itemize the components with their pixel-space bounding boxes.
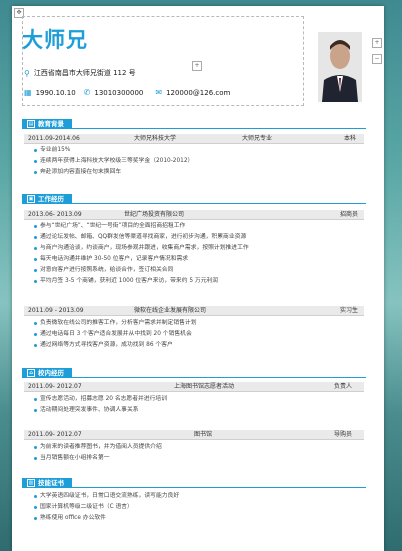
list-item: 国家计算机等级二级证书（C 语言） [34, 504, 133, 510]
collapse-button[interactable]: − [372, 54, 382, 64]
list-item: 每天电话沟通并维护 30-50 位客户，记录客户情况和需求 [33, 256, 189, 262]
education-row: 2011.09-2014.06 大师兄科技大学 大师兄专业 本科 [24, 134, 364, 144]
edu-major: 大师兄专业 [242, 135, 273, 142]
edu-icon: ▤ [27, 120, 35, 128]
briefcase-icon: ▣ [27, 195, 35, 203]
work-title: ▣ 工作经历 [22, 194, 72, 204]
work-section-header: ▣ 工作经历 [22, 194, 366, 204]
list-item: 平均月签 3-5 个商铺，获利近 1000 位客户来访，带来约 5 万元利润 [33, 278, 219, 284]
section-rule [22, 478, 366, 488]
education-section-header: ▤ 教育背景 [22, 119, 366, 129]
calendar-icon: ▦ [24, 88, 32, 97]
mail-icon: ✉ [155, 88, 163, 97]
skills-title: ▥ 技能证书 [22, 478, 72, 488]
edu-school: 大师兄科技大学 [134, 135, 177, 142]
list-item: 负责微软在线公司的推客工作，分析客户需求并制定销售计划 [34, 320, 197, 326]
list-item: 参与“世纪广场”、“世纪一号街”项目的全面招商招租工作 [33, 223, 186, 229]
work-company: 世纪广场投资有限公司 [124, 211, 185, 218]
list-item: 当月销售额在小组排名第一 [34, 455, 110, 461]
campus-role: 负责人 [334, 383, 353, 390]
section-rule [22, 368, 366, 378]
list-item: 活动期间处理突发事件、协调人事关系 [34, 407, 139, 413]
list-item: 宣传志愿活动，招募志愿 20 名志愿者并进行培训 [34, 396, 167, 402]
campus-org: 图书馆 [194, 431, 213, 438]
resume-name: 大师兄 [22, 28, 88, 52]
list-item: 奔赴添加内容直接在句末换回车 [33, 169, 122, 175]
campus-row: 2011.09- 2012.07 图书馆 导购员 [24, 430, 364, 440]
work-row: 2013.06- 2013.09 世纪广场投资有限公司 招商员 [24, 210, 364, 220]
list-item: 大学英语四级证书，日常口语交流熟练，读写能力良好 [33, 493, 180, 499]
education-title: ▤ 教育背景 [22, 119, 72, 129]
skills-section-header: ▥ 技能证书 [22, 478, 366, 488]
phone-icon: ✆ [83, 88, 91, 97]
work-period: 2011.09 - 2013.09 [28, 307, 84, 314]
work-company: 微软在线企业发展有限公司 [134, 307, 207, 314]
resume-page: ✥ 大师兄 ⚲ 江西省南昌市大师兄街道 112 号 + ▦ 1990.10.10… [12, 6, 384, 551]
campus-period: 2011.09- 2012.07 [28, 383, 82, 390]
work-row: 2011.09 - 2013.09 微软在线企业发展有限公司 实习生 [24, 306, 364, 316]
list-item: 通过电话每日 3 个客户适合发展并从中找到 20 个销售机会 [34, 331, 192, 337]
contact-line: ▦ 1990.10.10 ✆ 13010300000 ✉ 120000@126.… [24, 88, 230, 97]
work-role: 实习生 [340, 307, 359, 314]
address-line: ⚲ 江西省南昌市大师兄街道 112 号 [24, 68, 136, 78]
email-text: 120000@126.com [166, 88, 231, 97]
list-item: 为前来的读者推荐图书，并为借阅人员提供介绍 [34, 444, 162, 450]
list-item: 对意向客户进行按照系统，给谈合作，签订相关合同 [33, 267, 174, 273]
location-icon: ⚲ [24, 68, 30, 78]
work-period: 2013.06- 2013.09 [28, 211, 82, 218]
phone-text: 13010300000 [94, 88, 144, 97]
expand-button[interactable]: + [372, 38, 382, 48]
list-item: 熟练使用 office 办公软件 [34, 515, 106, 521]
list-item: 与商户沟通洽谈，约谈商户，现场参观并跟进，收集商户需求，按照计划推进工作 [34, 245, 249, 251]
list-item: 专业前15% [33, 147, 71, 153]
birth-text: 1990.10.10 [35, 88, 76, 97]
campus-title: ⌂ 校内经历 [22, 368, 72, 378]
campus-org: 上海图书馆志愿者活动 [174, 383, 235, 390]
campus-role: 导购员 [334, 431, 353, 438]
section-rule [22, 119, 366, 129]
edu-degree: 本科 [344, 135, 357, 142]
portrait-image [318, 32, 362, 102]
profile-photo [318, 32, 362, 102]
work-role: 招商员 [340, 211, 359, 218]
campus-period: 2011.09- 2012.07 [28, 431, 82, 438]
address-text: 江西省南昌市大师兄街道 112 号 [33, 69, 136, 77]
list-item: 通过论坛发帖、邮箱、QQ群发信等渠道寻找商家，进行初步沟通，积累商业资源 [33, 234, 247, 240]
campus-section-header: ⌂ 校内经历 [22, 368, 366, 378]
edu-period: 2011.09-2014.06 [28, 135, 80, 142]
list-item: 通过网络等方式寻找客户资源，成功找到 86 个客户 [34, 342, 173, 348]
school-icon: ⌂ [27, 369, 35, 377]
add-row-button[interactable]: + [192, 61, 202, 71]
section-rule [22, 194, 366, 204]
certificate-icon: ▥ [27, 479, 35, 487]
campus-row: 2011.09- 2012.07 上海图书馆志愿者活动 负责人 [24, 382, 364, 392]
list-item: 连续两年获得上海科技大学校级三等奖学金（2010-2012） [33, 158, 194, 164]
